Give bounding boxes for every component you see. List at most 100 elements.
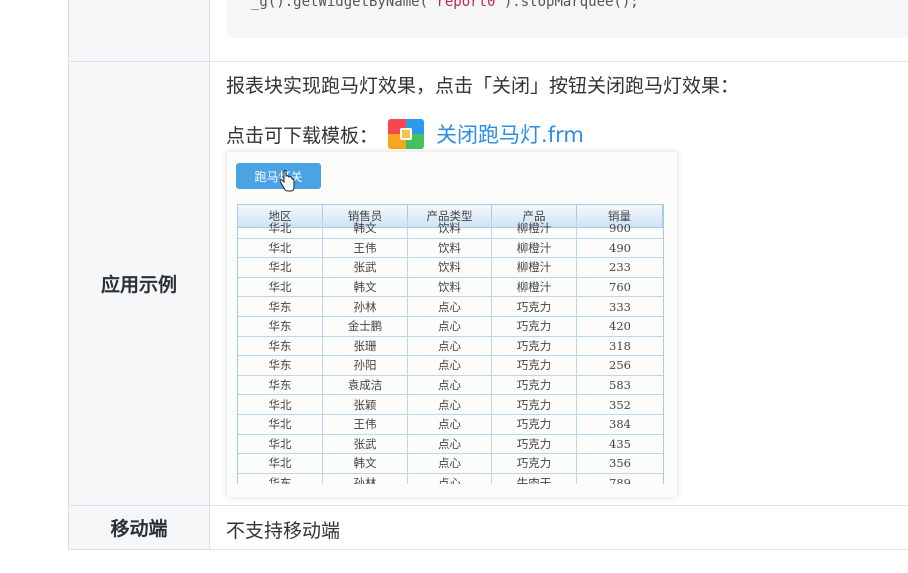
mobile-label: 移动端 (69, 506, 210, 549)
grid-row: 华北 王伟 饮料 柳橙汁 490 (238, 238, 663, 259)
grid-cell: 华北 (238, 454, 323, 473)
grid-cell: 352 (609, 397, 631, 412)
grid-cell: 华北 (238, 238, 323, 258)
example-label: 应用示例 (69, 62, 210, 505)
download-prefix: 点击可下载模板： (226, 124, 379, 147)
grid-cell: 华北 (238, 395, 323, 414)
grid-cell: 饮料 (408, 258, 492, 277)
grid-cell: 张武 (323, 258, 408, 277)
code-string: 'report0' (428, 0, 504, 10)
grid-cell: 柳橙汁 (492, 219, 577, 238)
grid-cell: 点心 (408, 356, 492, 375)
grid-cell: 华东 (238, 316, 323, 336)
grid-cell: 900 (609, 221, 631, 236)
grid-cell: 华东 (238, 356, 323, 375)
grid-cell: 金士鹏 (323, 316, 408, 336)
grid-row: 华东 张珊 点心 巧克力 318 (238, 336, 663, 357)
grid-cell: 华北 (238, 258, 323, 277)
grid-cell: 柳橙汁 (492, 238, 577, 258)
code-block: _g().getWidgetByName('report0').stopMarq… (227, 0, 908, 38)
grid-cell: 点心 (408, 434, 492, 454)
grid-cell: 王伟 (323, 238, 408, 258)
grid-cell: 张武 (323, 434, 408, 454)
grid-cell: 巧克力 (492, 454, 577, 473)
download-line: 点击可下载模板： 关闭跑马灯.frm (226, 119, 584, 149)
grid-row: 华北 王伟 点心 巧克力 384 (238, 414, 663, 435)
sales-grid: 地区 销售员 产品类型 产品 销量 华北 韩文 饮料 柳橙汁 900 华北 王伟 饮料 柳橙汁 4… (237, 204, 664, 484)
grid-cell: 点心 (408, 395, 492, 414)
grid-cell: 巧克力 (492, 356, 577, 375)
grid-cell: 点心 (408, 375, 492, 395)
grid-cell: 583 (609, 378, 631, 393)
grid-cell: 巧克力 (492, 395, 577, 414)
grid-cell: 华北 (238, 414, 323, 434)
code-row-content: _g().getWidgetByName('report0').stopMarq… (211, 0, 908, 61)
grid-cell: 韩文 (323, 454, 408, 473)
grid-cell: 饮料 (408, 277, 492, 297)
grid-cell: 356 (609, 456, 631, 471)
grid-cell: 华东 (238, 336, 323, 356)
grid-row: 华北 张武 饮料 柳橙汁 233 (238, 258, 663, 278)
grid-cell: 王伟 (323, 414, 408, 434)
example-row: 应用示例 报表块实现跑马灯效果，点击「关闭」按钮关闭跑马灯效果： 点击可下载模板… (69, 62, 908, 506)
grid-cell: 点心 (408, 414, 492, 434)
example-preview-image: 跑马灯关 地区 销售员 产品类型 产品 销量 华北 韩文 饮料 柳橙汁 900 华北 王伟饮… (227, 152, 677, 497)
grid-cell: 233 (609, 260, 631, 275)
grid-row: 华东 孙阳 点心 巧克力 256 (238, 356, 663, 376)
grid-cell: 巧克力 (492, 336, 577, 356)
code-suffix: ).stopMarquee(); (503, 0, 639, 10)
grid-cell: 333 (609, 299, 631, 314)
grid-cell: 318 (609, 338, 631, 353)
grid-cell: 华东 (238, 297, 323, 316)
hand-cursor-icon (279, 170, 295, 192)
grid-row: 华东 袁成洁 点心 巧克力 583 (238, 375, 663, 396)
grid-row: 华北 韩文 饮料 柳橙汁 760 (238, 277, 663, 298)
grid-cell: 华北 (238, 277, 323, 297)
grid-cell: 巧克力 (492, 297, 577, 316)
grid-cell: 牛肉干 (492, 473, 577, 484)
code-prefix: _g().getWidgetByName( (251, 0, 429, 10)
grid-cell: 点心 (408, 336, 492, 356)
grid-cell: 256 (609, 358, 631, 373)
grid-cell: 巧克力 (492, 375, 577, 395)
grid-row: 华东 金士鹏 点心 巧克力 420 (238, 316, 663, 337)
grid-cell: 韩文 (323, 277, 408, 297)
grid-cell: 袁成洁 (323, 375, 408, 395)
grid-cell: 孙林 (323, 473, 408, 484)
mobile-support-text: 不支持移动端 (226, 520, 341, 542)
grid-cell: 华北 (238, 219, 323, 238)
mobile-content: 不支持移动端 (211, 506, 908, 549)
grid-cell: 420 (609, 319, 631, 334)
grid-cell: 华东 (238, 473, 323, 484)
grid-cell: 孙林 (323, 297, 408, 316)
grid-cell: 点心 (408, 316, 492, 336)
grid-cell: 柳橙汁 (492, 258, 577, 277)
code-row: _g().getWidgetByName('report0').stopMarq… (69, 0, 908, 62)
grid-cell: 柳橙汁 (492, 277, 577, 297)
grid-cell: 490 (609, 240, 631, 255)
grid-row: 华北 张颖 点心 巧克力 352 (238, 395, 663, 415)
grid-cell: 384 (609, 417, 631, 432)
grid-body: 华北 韩文 饮料 柳橙汁 900 华北 王伟 饮料 柳橙汁 490 华北 张武 饮料 柳橙汁 233 华北 韩文… (238, 219, 663, 484)
grid-row: 华东 孙林 点心 巧克力 333 (238, 297, 663, 317)
grid-cell: 韩文 (323, 219, 408, 238)
grid-cell: 点心 (408, 473, 492, 484)
example-content: 报表块实现跑马灯效果，点击「关闭」按钮关闭跑马灯效果： 点击可下载模板： 关闭跑… (211, 62, 908, 505)
grid-cell: 华东 (238, 375, 323, 395)
zip-file-icon (388, 119, 425, 149)
download-link[interactable]: 关闭跑马灯.frm (436, 119, 584, 149)
grid-cell: 点心 (408, 297, 492, 316)
grid-cell: 巧克力 (492, 434, 577, 454)
example-description: 报表块实现跑马灯效果，点击「关闭」按钮关闭跑马灯效果： (226, 75, 740, 97)
grid-row: 华东 孙林 点心 牛肉干 789 (238, 473, 663, 484)
grid-cell: 张珊 (323, 336, 408, 356)
mobile-row: 移动端 不支持移动端 (69, 506, 908, 550)
grid-cell: 760 (609, 280, 631, 295)
grid-row: 华北 韩文 点心 巧克力 356 (238, 454, 663, 474)
grid-row: 华北 张武 点心 巧克力 435 (238, 434, 663, 455)
grid-cell: 孙阳 (323, 356, 408, 375)
grid-cell: 789 (609, 476, 631, 484)
grid-cell: 张颖 (323, 395, 408, 414)
doc-table: _g().getWidgetByName('report0').stopMarq… (68, 0, 908, 550)
grid-row: 华北 韩文 饮料 柳橙汁 900 (238, 219, 663, 239)
